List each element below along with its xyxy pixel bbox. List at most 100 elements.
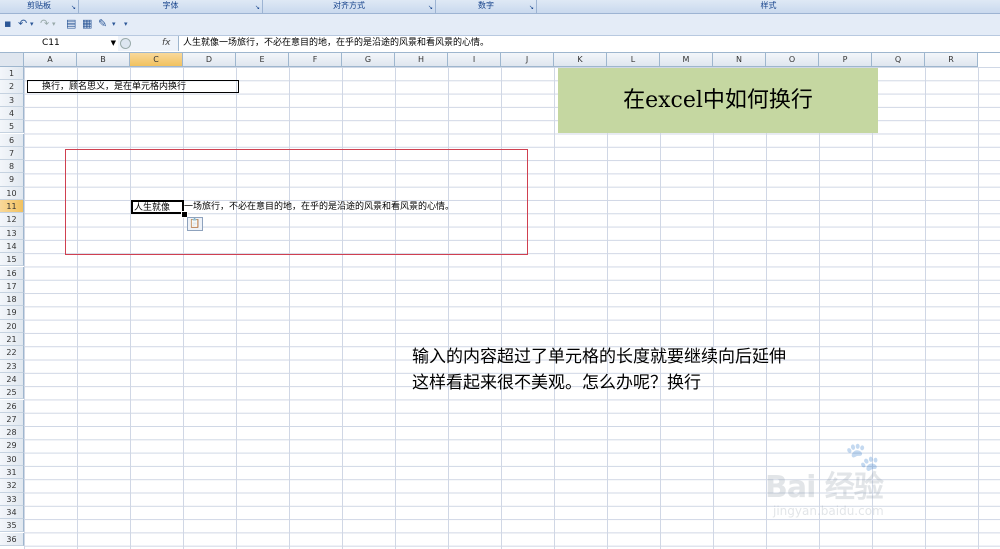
row-header-2[interactable]: 2 xyxy=(0,80,24,94)
column-header-m[interactable]: M xyxy=(660,53,713,67)
ribbon-group-font[interactable]: 字体 ↘ xyxy=(79,0,263,13)
paste-options-icon[interactable]: 📋 xyxy=(187,217,203,231)
row-header-33[interactable]: 33 xyxy=(0,492,24,506)
row-header-22[interactable]: 22 xyxy=(0,346,24,360)
dialog-launcher-icon[interactable]: ↘ xyxy=(255,2,260,14)
dialog-launcher-icon[interactable]: ↘ xyxy=(71,2,76,14)
group-label: 数字 xyxy=(478,1,494,10)
row-header-24[interactable]: 24 xyxy=(0,372,24,387)
row-header-26[interactable]: 26 xyxy=(0,399,24,413)
row-header-30[interactable]: 30 xyxy=(0,452,24,466)
baidu-watermark: 🐾 Bai 经验 jingyan.baidu.com xyxy=(765,440,955,530)
row-header-8[interactable]: 8 xyxy=(0,160,24,174)
ribbon-group-bar: 剪贴板 ↘ 字体 ↘ 对齐方式 ↘ 数字 ↘ 样式 xyxy=(0,0,1000,14)
column-header-f[interactable]: F xyxy=(289,53,342,67)
column-header-g[interactable]: G xyxy=(342,53,395,67)
qat-more-icon[interactable]: ▾ xyxy=(124,18,128,30)
group-label: 剪贴板 xyxy=(27,1,51,10)
group-label: 字体 xyxy=(162,1,179,10)
row-header-3[interactable]: 3 xyxy=(0,93,24,107)
row-header-6[interactable]: 6 xyxy=(0,133,24,147)
row-header-35[interactable]: 35 xyxy=(0,519,24,533)
watermark-brand: Bai 经验 xyxy=(765,470,884,505)
table-icon[interactable]: ▦ xyxy=(82,18,92,30)
row-header-9[interactable]: 9 xyxy=(0,173,24,187)
row-header-15[interactable]: 15 xyxy=(0,253,24,267)
row-header-25[interactable]: 25 xyxy=(0,386,24,400)
undo-dropdown-icon[interactable]: ▾ xyxy=(30,18,34,30)
ribbon-group-number[interactable]: 数字 ↘ xyxy=(436,0,537,13)
cell-a2-text: 换行，顾名思义，是在单元格内换行 xyxy=(42,82,187,92)
column-header-b[interactable]: B xyxy=(77,53,130,67)
active-cell-c11[interactable]: 人生就像 xyxy=(131,200,184,214)
row-header-17[interactable]: 17 xyxy=(0,279,24,294)
row-header-7[interactable]: 7 xyxy=(0,146,24,161)
formula-bar: C11 ▼ fx 人生就像一场旅行，不必在意目的地，在乎的是沿途的风景和看风景的… xyxy=(0,36,1000,53)
insert-function-button[interactable]: fx xyxy=(162,36,171,51)
column-header-a[interactable]: A xyxy=(24,53,77,67)
row-header-1[interactable]: 1 xyxy=(0,67,24,81)
row-header-5[interactable]: 5 xyxy=(0,120,24,134)
row-header-29[interactable]: 29 xyxy=(0,439,24,453)
row-header-34[interactable]: 34 xyxy=(0,505,24,520)
customize-dropdown-icon[interactable]: ▾ xyxy=(112,18,116,30)
formula-controls: fx xyxy=(118,36,179,51)
explanation-note: 输入的内容超过了单元格的长度就要继续向后延伸 这样看起来很不美观。怎么办呢？换行 xyxy=(412,344,912,396)
row-header-19[interactable]: 19 xyxy=(0,306,24,320)
print-preview-icon[interactable]: ▤ xyxy=(66,18,76,30)
name-box[interactable]: C11 ▼ xyxy=(0,36,119,51)
column-header-l[interactable]: L xyxy=(607,53,660,67)
ribbon-group-styles[interactable]: 样式 xyxy=(537,0,1000,13)
save-icon[interactable]: ▪ xyxy=(4,18,11,30)
column-header-k[interactable]: K xyxy=(554,53,607,67)
column-header-j[interactable]: J xyxy=(501,53,554,67)
redo-dropdown-icon[interactable]: ▾ xyxy=(52,18,56,30)
formula-input[interactable]: 人生就像一场旅行，不必在意目的地，在乎的是沿途的风景和看风景的心情。 xyxy=(183,36,489,51)
expand-name-box-icon[interactable] xyxy=(120,38,131,49)
column-header-o[interactable]: O xyxy=(766,53,819,67)
column-header-d[interactable]: D xyxy=(183,53,236,67)
group-label: 对齐方式 xyxy=(333,1,365,10)
select-all-corner[interactable] xyxy=(0,53,24,67)
row-header-27[interactable]: 27 xyxy=(0,412,24,427)
row-header-18[interactable]: 18 xyxy=(0,293,24,307)
row-header-13[interactable]: 13 xyxy=(0,226,24,240)
format-painter-icon[interactable]: ✎ xyxy=(98,18,107,30)
row-header-21[interactable]: 21 xyxy=(0,333,24,347)
ribbon-group-clipboard[interactable]: 剪贴板 ↘ xyxy=(0,0,79,13)
column-header-q[interactable]: Q xyxy=(872,53,925,67)
redo-icon[interactable]: ↷ xyxy=(40,18,49,30)
ribbon-group-alignment[interactable]: 对齐方式 ↘ xyxy=(263,0,436,13)
title-callout: 在excel中如何换行 xyxy=(558,68,878,133)
row-header-31[interactable]: 31 xyxy=(0,466,24,480)
row-header-28[interactable]: 28 xyxy=(0,426,24,440)
undo-icon[interactable]: ↶ xyxy=(18,18,27,30)
quick-access-toolbar: ▪ ↶ ▾ ↷ ▾ ▤ ▦ ✎ ▾ ▾ xyxy=(0,14,1000,36)
group-label: 样式 xyxy=(760,1,777,10)
row-header-11[interactable]: 11 xyxy=(0,200,24,214)
watermark-url: jingyan.baidu.com xyxy=(773,504,884,518)
row-header-20[interactable]: 20 xyxy=(0,319,24,333)
dialog-launcher-icon[interactable]: ↘ xyxy=(529,2,534,14)
row-header-23[interactable]: 23 xyxy=(0,359,24,373)
column-header-i[interactable]: I xyxy=(448,53,501,67)
cell-a2-box[interactable]: 换行，顾名思义，是在单元格内换行 xyxy=(27,80,239,93)
row-header-12[interactable]: 12 xyxy=(0,213,24,227)
chevron-down-icon[interactable]: ▼ xyxy=(111,36,116,51)
row-header-32[interactable]: 32 xyxy=(0,479,24,493)
dialog-launcher-icon[interactable]: ↘ xyxy=(428,2,433,14)
cell-reference: C11 xyxy=(42,38,60,48)
row-header-4[interactable]: 4 xyxy=(0,106,24,121)
cell-c11-overflow-text: 一场旅行，不必在意目的地，在乎的是沿途的风景和看风景的心情。 xyxy=(184,202,455,212)
column-header-p[interactable]: P xyxy=(819,53,872,67)
column-header-e[interactable]: E xyxy=(236,53,289,67)
row-header-16[interactable]: 16 xyxy=(0,266,24,280)
column-header-r[interactable]: R xyxy=(925,53,978,67)
row-header-10[interactable]: 10 xyxy=(0,186,24,200)
column-header-c[interactable]: C xyxy=(130,53,183,67)
row-header-14[interactable]: 14 xyxy=(0,239,24,254)
column-header-n[interactable]: N xyxy=(713,53,766,67)
note-line-1: 输入的内容超过了单元格的长度就要继续向后延伸 xyxy=(412,347,786,367)
row-header-36[interactable]: 36 xyxy=(0,532,24,546)
column-header-h[interactable]: H xyxy=(395,53,448,67)
